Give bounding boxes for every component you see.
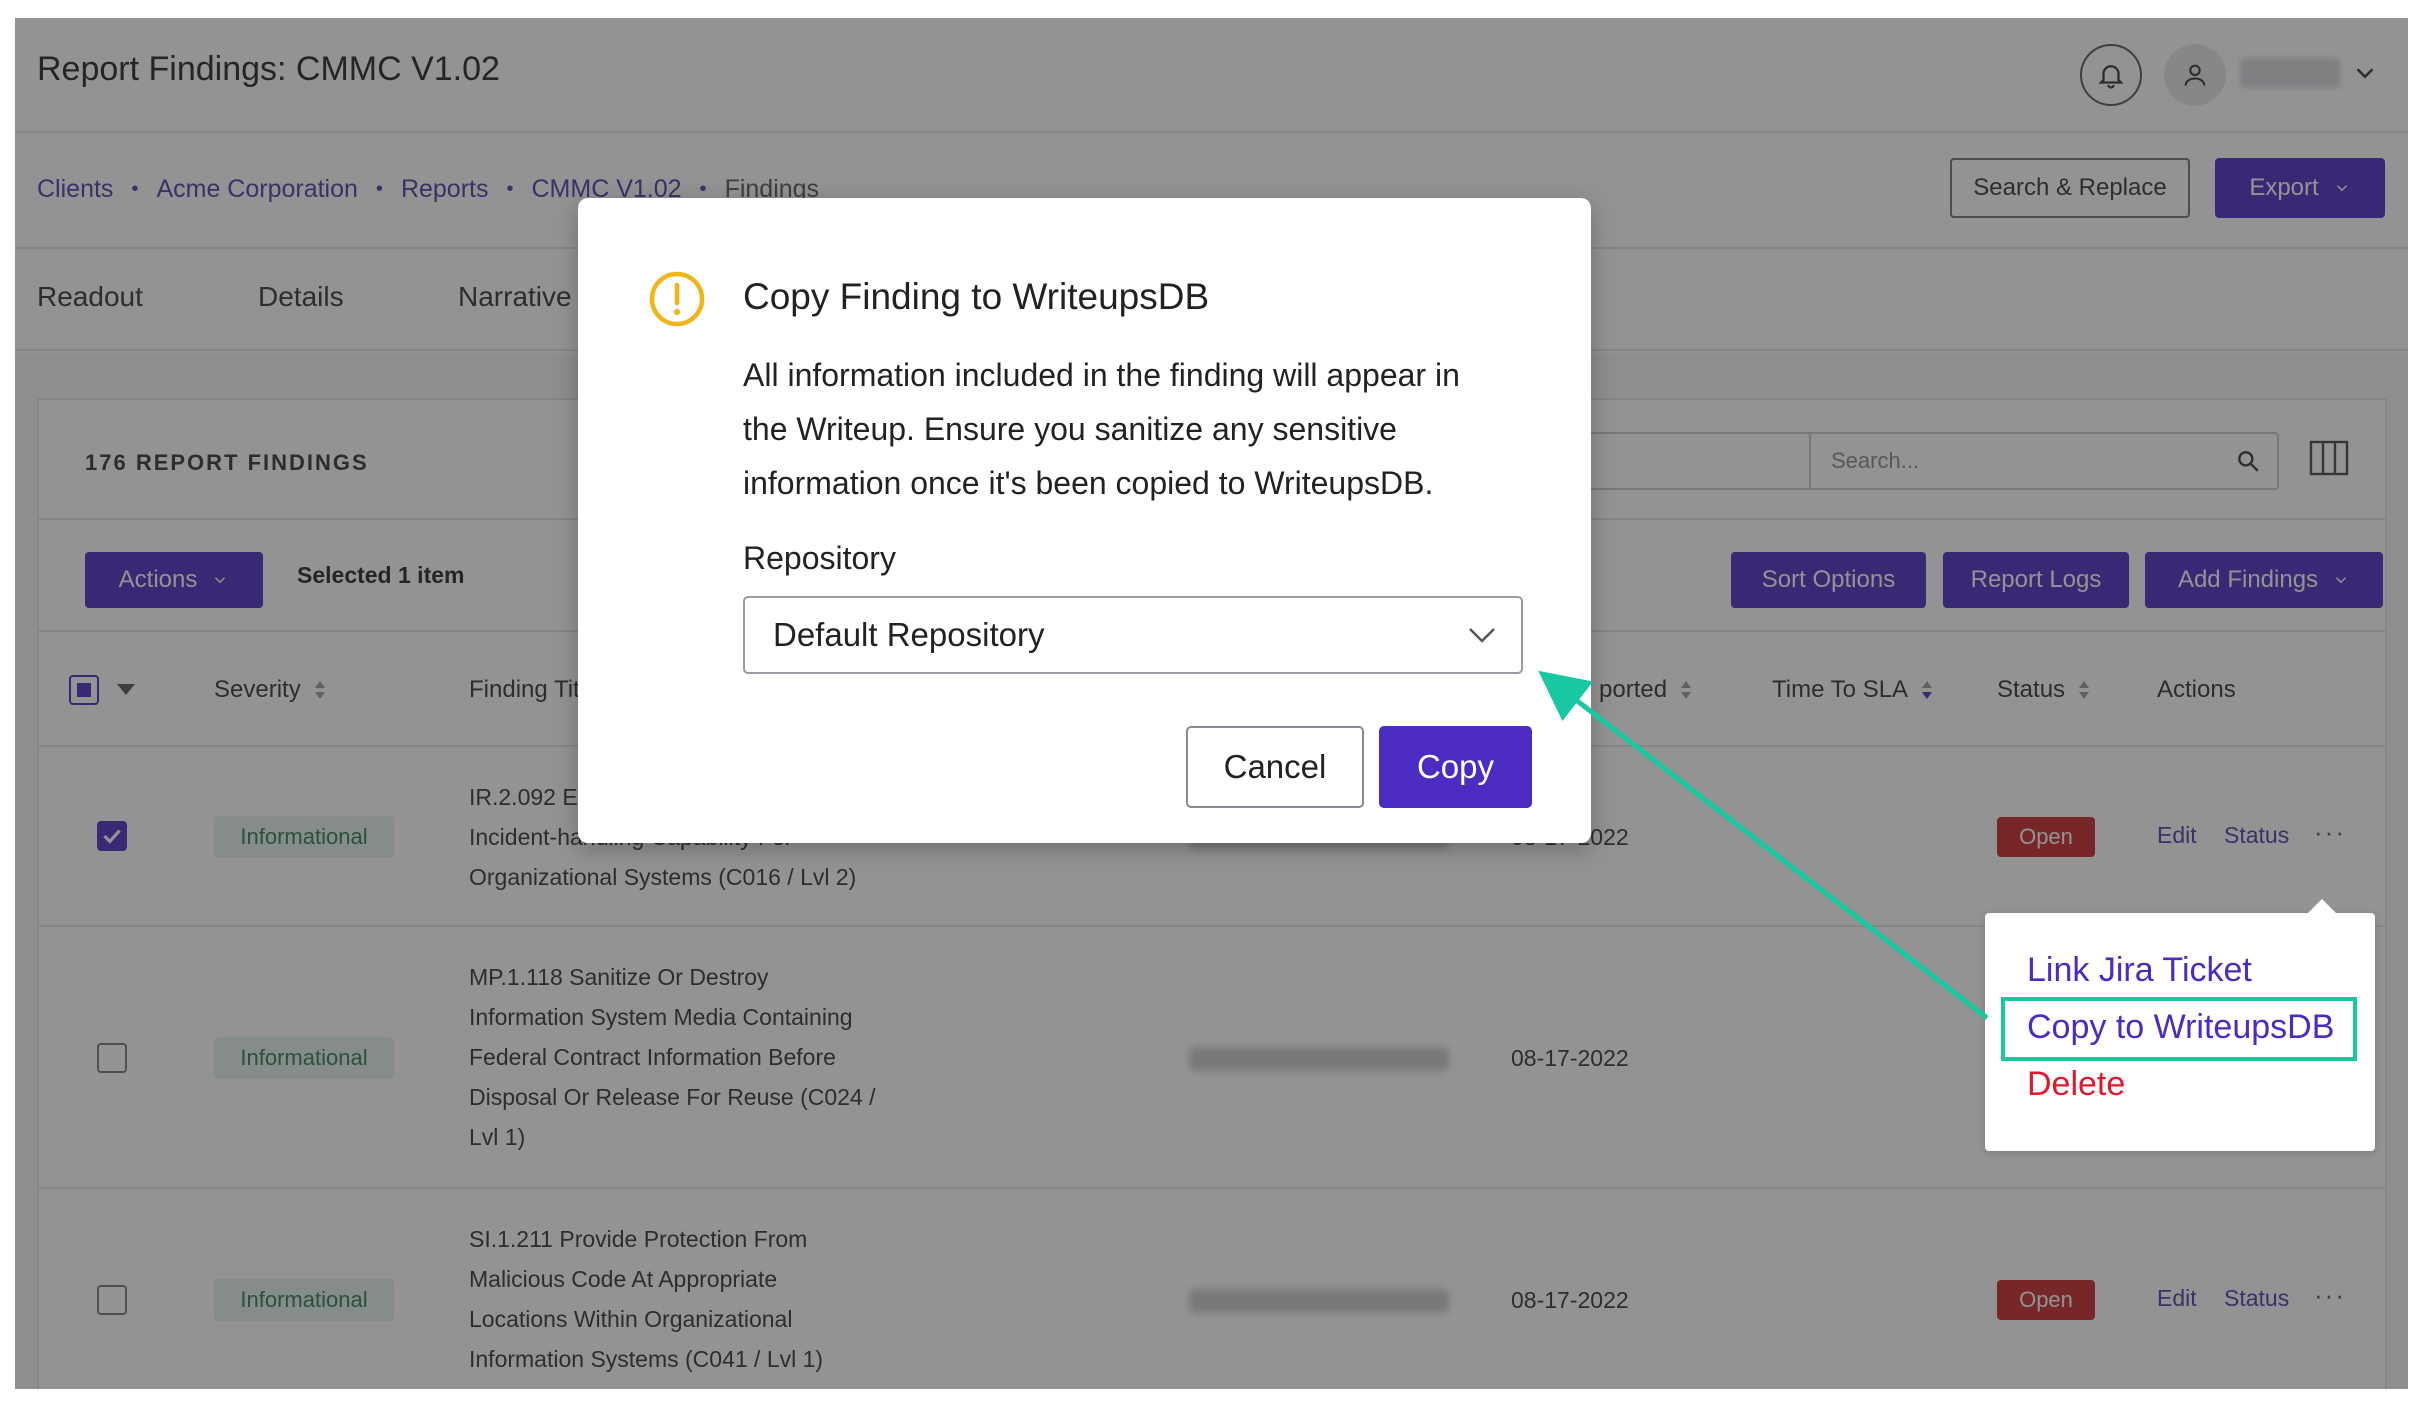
repository-select-value: Default Repository (773, 616, 1045, 653)
repository-label: Repository (743, 540, 896, 576)
chevron-down-icon (1469, 628, 1495, 643)
app-window: Report Findings: CMMC V1.02 Clients • Ac… (15, 18, 2408, 1389)
dialog-message: All information included in the finding … (743, 348, 1543, 510)
menu-caret (2308, 899, 2336, 913)
dialog-message-line: information once it's been copied to Wri… (743, 465, 1434, 501)
dialog-title: Copy Finding to WriteupsDB (743, 276, 1210, 317)
cancel-button[interactable]: Cancel (1186, 726, 1364, 808)
row-actions-menu: Link Jira Ticket Copy to WriteupsDB Dele… (1985, 899, 2375, 1151)
copy-button[interactable]: Copy (1379, 726, 1532, 808)
highlight-box (2001, 997, 2357, 1061)
dialog-message-line: All information included in the finding … (743, 357, 1460, 393)
warning-icon (649, 271, 705, 327)
repository-select[interactable]: Default Repository (743, 596, 1523, 674)
menu-item-delete[interactable]: Delete (2027, 1065, 2125, 1104)
menu-item-link-jira[interactable]: Link Jira Ticket (2027, 951, 2252, 990)
dialog-message-line: the Writeup. Ensure you sanitize any sen… (743, 411, 1397, 447)
copy-finding-dialog: Copy Finding to WriteupsDB All informati… (578, 198, 1591, 843)
